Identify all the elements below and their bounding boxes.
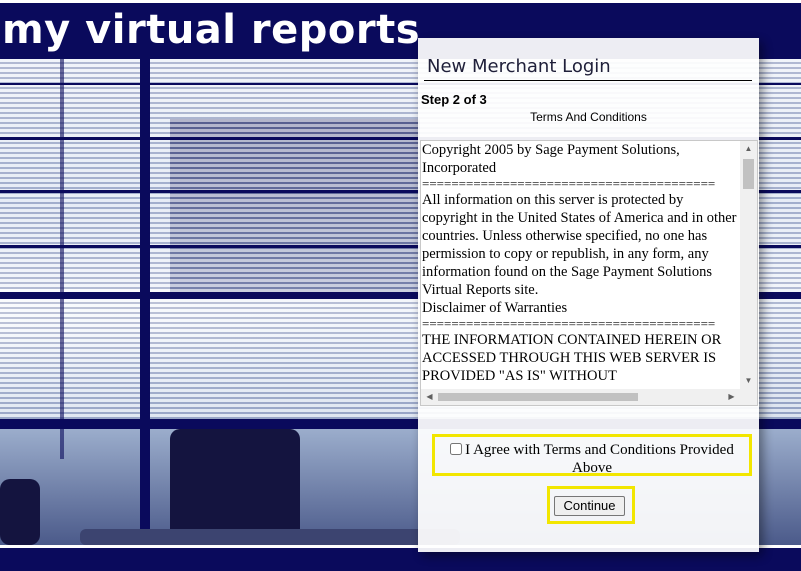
horizontal-scroll-thumb[interactable]	[438, 393, 638, 401]
window-frame-vertical	[140, 59, 150, 545]
terms-separator: ========================================	[422, 317, 716, 331]
photo-chair	[170, 429, 300, 539]
terms-textarea[interactable]: Copyright 2005 by Sage Payment Solutions…	[420, 140, 758, 406]
photo-chair	[0, 479, 40, 545]
vertical-scroll-thumb[interactable]	[743, 159, 754, 189]
scroll-left-arrow-icon[interactable]: ◀	[421, 389, 438, 405]
photo-table	[80, 529, 460, 545]
scroll-up-arrow-icon[interactable]: ▲	[740, 141, 757, 157]
login-panel-content: New Merchant Login Step 2 of 3 Terms And…	[418, 38, 759, 552]
vertical-scrollbar[interactable]: ▲ ▼	[740, 141, 757, 389]
scroll-down-arrow-icon[interactable]: ▼	[740, 373, 757, 389]
agree-label[interactable]: I Agree with Terms and Conditions Provid…	[439, 441, 745, 477]
terms-paragraph: Copyright 2005 by Sage Payment Solutions…	[422, 142, 680, 176]
terms-heading: Terms And Conditions	[530, 110, 647, 124]
agree-highlight: I Agree with Terms and Conditions Provid…	[432, 434, 752, 476]
agree-checkbox[interactable]	[450, 443, 463, 455]
horizontal-scrollbar[interactable]: ◀ ▶	[421, 389, 757, 405]
site-logo-text: my virtual reports	[2, 7, 421, 53]
panel-title: New Merchant Login	[427, 56, 611, 77]
terms-separator: ========================================	[422, 177, 716, 191]
continue-button[interactable]: Continue	[554, 496, 625, 516]
continue-highlight: Continue	[547, 486, 635, 524]
agree-label-text: I Agree with Terms and Conditions Provid…	[465, 442, 734, 476]
terms-paragraph: Disclaimer of Warranties	[422, 300, 568, 316]
step-indicator: Step 2 of 3	[421, 92, 487, 107]
terms-text: Copyright 2005 by Sage Payment Solutions…	[421, 141, 739, 389]
scroll-right-arrow-icon[interactable]: ▶	[723, 389, 740, 405]
terms-paragraph: All information on this server is protec…	[422, 192, 737, 298]
window-frame-vertical	[60, 59, 64, 459]
title-divider	[424, 80, 752, 81]
terms-paragraph: THE INFORMATION CONTAINED HEREIN OR ACCE…	[422, 332, 722, 384]
